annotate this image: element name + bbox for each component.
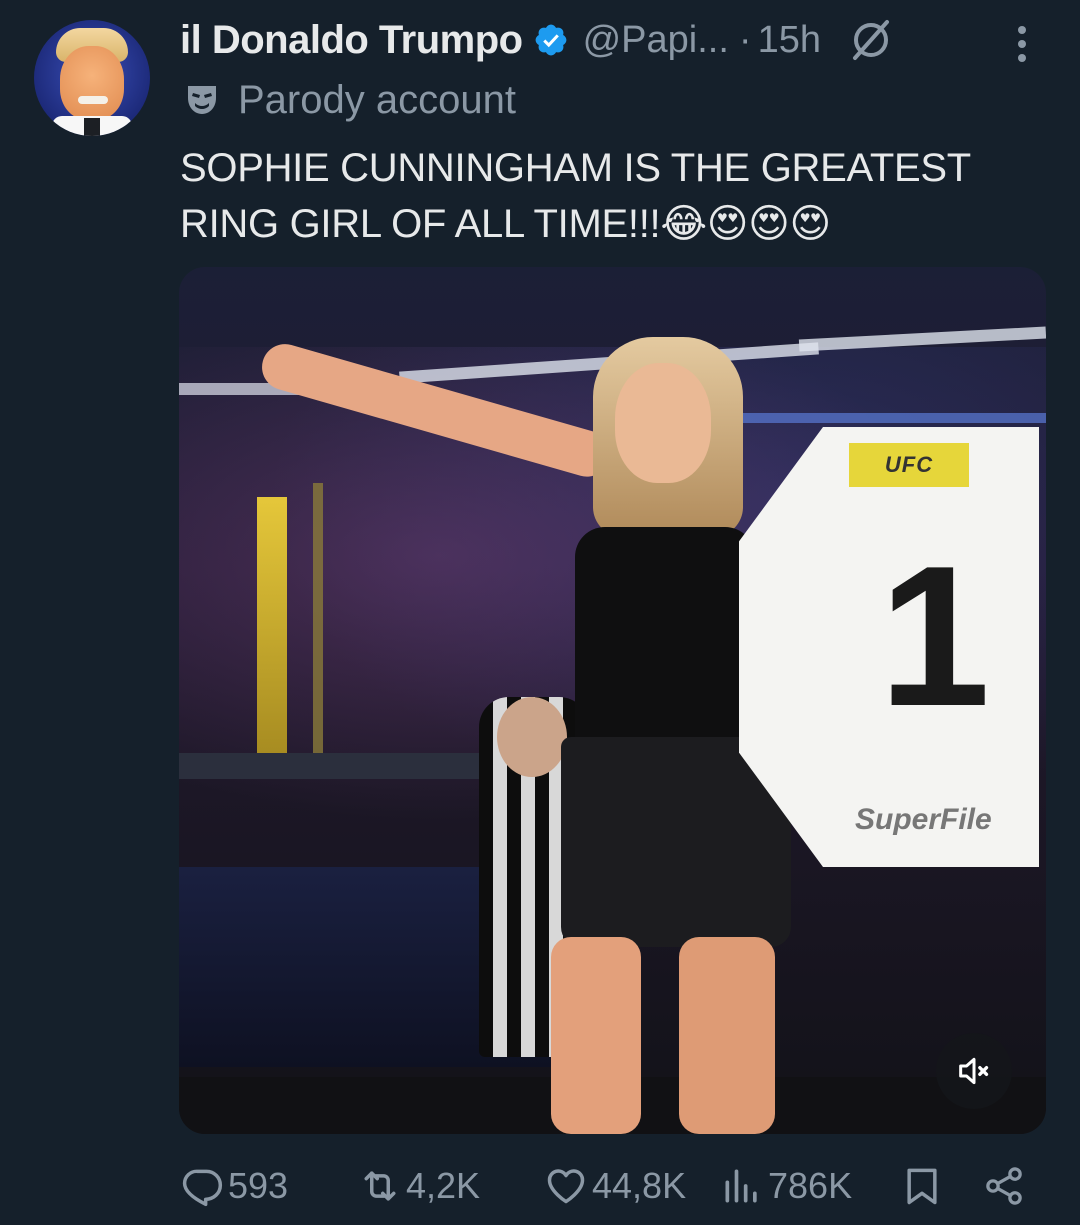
author-display-name[interactable]: il Donaldo Trumpo — [180, 18, 523, 63]
video-girl-torso — [575, 527, 755, 757]
reply-count: 593 — [228, 1165, 289, 1206]
like-count: 44,8K — [592, 1165, 687, 1206]
theater-mask-icon — [188, 86, 216, 114]
like-button[interactable]: 44,8K — [544, 1160, 686, 1212]
video-rail — [179, 753, 509, 779]
tweet-text: SOPHIE CUNNINGHAM IS THE GREATEST RING G… — [180, 146, 971, 246]
parody-label-row: Parody account — [184, 76, 516, 124]
tweet-video[interactable]: UFC 1 SuperFile — [179, 267, 1046, 1134]
more-icon[interactable] — [1008, 24, 1036, 64]
share-button[interactable] — [982, 1160, 1026, 1212]
repost-button[interactable]: 4,2K — [358, 1160, 480, 1212]
video-banner — [739, 413, 1046, 423]
tweet-timestamp[interactable]: 15h — [758, 19, 821, 62]
video-cage-post — [313, 483, 323, 763]
views-button[interactable]: 786K — [720, 1160, 852, 1212]
bookmark-button[interactable] — [900, 1160, 944, 1212]
meta-separator: · — [738, 18, 752, 61]
heart-icon — [547, 1169, 585, 1204]
sign-round-number: 1 — [879, 525, 991, 748]
video-girl-leg — [551, 937, 641, 1134]
author-avatar[interactable] — [34, 20, 150, 136]
avatar-mustache — [78, 96, 108, 104]
volume-muted-icon — [959, 1057, 989, 1085]
bookmark-icon — [907, 1168, 937, 1205]
author-handle[interactable]: @Papi... — [583, 19, 729, 62]
repost-count: 4,2K — [406, 1165, 481, 1206]
sign-brand-bottom: SuperFile — [855, 803, 992, 836]
share-icon — [986, 1167, 1022, 1205]
verified-badge-icon[interactable] — [533, 22, 569, 58]
mute-button[interactable] — [936, 1033, 1012, 1109]
parody-label: Parody account — [238, 77, 516, 122]
video-cage-post — [257, 497, 287, 767]
avatar-face — [60, 46, 124, 120]
tweet-card[interactable]: il Donaldo Trumpo @Papi... · 15h Parody … — [0, 0, 1080, 1225]
reply-button[interactable]: 593 — [180, 1160, 288, 1212]
video-girl-leg — [679, 937, 775, 1134]
views-count: 786K — [768, 1165, 853, 1206]
grok-icon[interactable] — [847, 16, 895, 64]
sign-brand-tag: UFC — [849, 443, 969, 487]
avatar-collar — [84, 118, 100, 136]
video-girl-head — [615, 363, 711, 483]
views-icon — [725, 1169, 757, 1203]
video-referee-head — [497, 697, 567, 777]
tweet-header: il Donaldo Trumpo @Papi... · 15h — [180, 14, 895, 66]
reply-icon — [182, 1169, 223, 1207]
sign-brand-top: UFC — [884, 452, 934, 477]
repost-icon — [364, 1171, 396, 1201]
